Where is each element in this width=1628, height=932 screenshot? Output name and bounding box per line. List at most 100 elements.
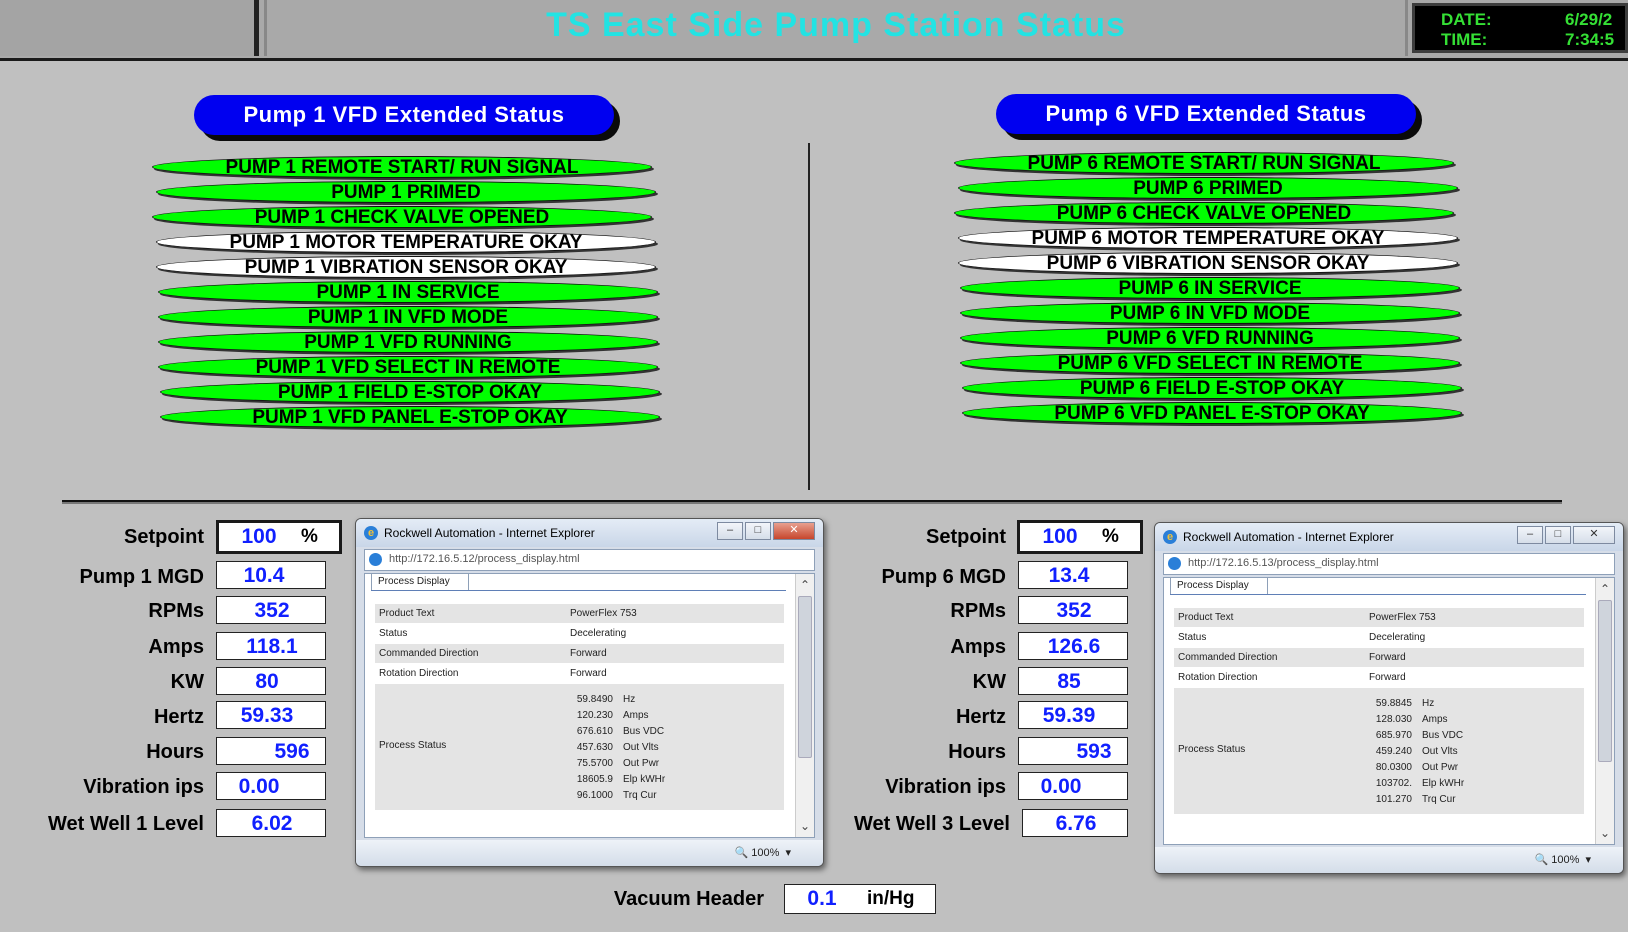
pump6-status-indicator: PUMP 6 VFD PANEL E-STOP OKAY — [962, 402, 1462, 424]
process-value-line: 103702. Elp kWHr — [1370, 776, 1464, 792]
pump6-vibration-value: 0.00 — [1040, 775, 1082, 798]
process-status-block: Process Status 59.8845 Hz 128.030 Amps 685.9… — [1174, 688, 1584, 814]
date-label: DATE: — [1441, 10, 1492, 29]
process-unit: Out Pwr — [1422, 762, 1459, 773]
pump1-status-indicator: PUMP 1 VIBRATION SENSOR OKAY — [156, 256, 656, 278]
process-unit: Amps — [623, 710, 649, 721]
zoom-control[interactable]: 🔍 100% ▾ — [734, 846, 791, 859]
pump1-browser-titlebar[interactable]: e Rockwell Automation - Internet Explore… — [356, 519, 823, 547]
process-value: 80.0300 — [1375, 762, 1412, 773]
process-unit: Out Vlts — [623, 742, 659, 753]
process-value-line: 59.8845 Hz — [1370, 696, 1434, 712]
commanded-direction-value: Forward — [1369, 652, 1406, 663]
pump1-process-display-tab[interactable]: Process Display — [371, 574, 469, 591]
table-row: Product Text PowerFlex 753 — [375, 604, 784, 623]
pump1-status-indicator: PUMP 1 REMOTE START/ RUN SIGNAL — [152, 156, 652, 178]
pump6-amps-field: 126.6 — [1018, 632, 1128, 660]
process-value-line: 101.270 Trq Cur — [1370, 792, 1456, 808]
maximize-button[interactable]: □ — [745, 522, 771, 540]
tab-underline — [1170, 594, 1586, 595]
pump1-setpoint-field[interactable]: 100 % — [216, 520, 342, 554]
time-value: 7:34:5 — [1565, 30, 1615, 49]
process-value: 128.030 — [1375, 714, 1412, 725]
minimize-button[interactable]: – — [1517, 526, 1543, 544]
status-label: Status — [1178, 632, 1207, 643]
pump1-status-indicator: PUMP 1 MOTOR TEMPERATURE OKAY — [156, 231, 656, 253]
pump6-process-display-tab[interactable]: Process Display — [1170, 578, 1268, 595]
pump6-hertz-value: 59.39 — [1042, 704, 1096, 727]
pump6-hours-field: 593 — [1018, 737, 1128, 765]
pump1-status-indicator: PUMP 1 IN VFD MODE — [158, 306, 658, 328]
process-value: 59.8845 — [1375, 698, 1412, 709]
vertical-scrollbar[interactable]: ⌃ ⌄ — [1595, 578, 1614, 844]
pump6-status-indicator: PUMP 6 FIELD E-STOP OKAY — [962, 377, 1462, 399]
pump1-hertz-value: 59.33 — [240, 704, 294, 727]
pump1-vibration-field: 0.00 — [216, 772, 326, 800]
pump1-mgd-field: 10.4 — [216, 561, 326, 589]
process-value-line: 18605.9 Elp kWHr — [571, 772, 665, 788]
pump6-status-indicator: PUMP 6 VIBRATION SENSOR OKAY — [958, 252, 1458, 274]
pump6-rpm-value: 352 — [1056, 599, 1092, 622]
pump6-amps-value: 126.6 — [1047, 635, 1101, 658]
process-value: 120.230 — [576, 710, 613, 721]
pump6-status-indicator: PUMP 6 VFD RUNNING — [960, 327, 1460, 349]
pump1-vibration-value: 0.00 — [238, 775, 280, 798]
table-row: Commanded Direction Forward — [375, 644, 784, 663]
vertical-scrollbar[interactable]: ⌃ ⌄ — [795, 574, 814, 837]
pump1-rpm-label: RPMs — [148, 600, 204, 622]
pump1-wetwell-field: 6.02 — [216, 809, 326, 837]
process-value-line: 457.630 Out Vlts — [571, 740, 659, 756]
pump1-browser-window[interactable]: e Rockwell Automation - Internet Explore… — [355, 518, 824, 867]
pump1-hertz-field: 59.33 — [216, 701, 326, 729]
minimize-button[interactable]: – — [717, 522, 743, 540]
pump6-kw-field: 85 — [1018, 667, 1128, 695]
pump1-hertz-label: Hertz — [153, 706, 204, 728]
pump1-amps-value: 118.1 — [246, 635, 298, 658]
process-unit: Trq Cur — [623, 790, 657, 801]
pump1-vfd-status-title[interactable]: Pump 1 VFD Extended Status — [194, 95, 614, 135]
pump1-hours-label: Hours — [146, 741, 204, 763]
scroll-down-arrow-icon[interactable]: ⌄ — [798, 819, 812, 833]
rotation-direction-label: Rotation Direction — [1178, 672, 1258, 683]
scroll-up-arrow-icon[interactable]: ⌃ — [798, 578, 812, 592]
time-label: TIME: — [1441, 30, 1488, 49]
product-text-label: Product Text — [379, 608, 435, 619]
pump6-setpoint-field[interactable]: 100 % — [1017, 520, 1143, 554]
process-value: 685.970 — [1375, 730, 1412, 741]
zoom-control[interactable]: 🔍 100% ▾ — [1534, 853, 1591, 866]
pump6-vfd-status-title[interactable]: Pump 6 VFD Extended Status — [996, 94, 1416, 134]
pump6-status-indicator: PUMP 6 IN VFD MODE — [960, 302, 1460, 324]
process-value-line: 75.5700 Out Pwr — [571, 756, 659, 772]
vacuum-header-label: Vacuum Header — [613, 888, 764, 910]
process-unit: Bus VDC — [1422, 730, 1464, 741]
pump6-hertz-field: 59.39 — [1018, 701, 1128, 729]
pump1-address-bar[interactable]: http://172.16.5.12/process_display.html — [364, 549, 815, 571]
scroll-thumb[interactable] — [1598, 600, 1612, 762]
pump6-browser-window[interactable]: e Rockwell Automation - Internet Explore… — [1154, 522, 1624, 874]
pump6-status-indicator: PUMP 6 VFD SELECT IN REMOTE — [960, 352, 1460, 374]
process-value: 59.8490 — [576, 694, 613, 705]
pump6-status-indicator: PUMP 6 REMOTE START/ RUN SIGNAL — [954, 152, 1454, 174]
pump6-browser-titlebar[interactable]: e Rockwell Automation - Internet Explore… — [1155, 523, 1623, 551]
process-value-line: 676.610 Bus VDC — [571, 724, 664, 740]
close-button[interactable]: ✕ — [1573, 526, 1615, 544]
process-value-line: 120.230 Amps — [571, 708, 649, 724]
scroll-thumb[interactable] — [798, 596, 812, 758]
status-value: Decelerating — [1369, 632, 1426, 643]
product-text-label: Product Text — [1178, 612, 1234, 623]
pump1-wetwell-label: Wet Well 1 Level — [48, 813, 204, 835]
commanded-direction-label: Commanded Direction — [1178, 652, 1278, 663]
pump6-setpoint-unit: % — [1102, 526, 1119, 547]
header-title-box: TS East Side Pump Station Status — [264, 0, 1408, 56]
close-button[interactable]: ✕ — [773, 522, 815, 540]
scroll-up-arrow-icon[interactable]: ⌃ — [1598, 582, 1612, 596]
maximize-button[interactable]: □ — [1545, 526, 1571, 544]
pump6-mgd-value: 13.4 — [1048, 564, 1090, 587]
status-value: Decelerating — [570, 628, 627, 639]
vacuum-header-unit: in/Hg — [867, 888, 915, 909]
process-value: 457.630 — [576, 742, 613, 753]
pump1-rpm-field: 352 — [216, 596, 326, 624]
pump1-status-indicator: PUMP 1 VFD SELECT IN REMOTE — [158, 356, 658, 378]
scroll-down-arrow-icon[interactable]: ⌄ — [1598, 826, 1612, 840]
pump6-address-bar[interactable]: http://172.16.5.13/process_display.html — [1163, 553, 1615, 575]
